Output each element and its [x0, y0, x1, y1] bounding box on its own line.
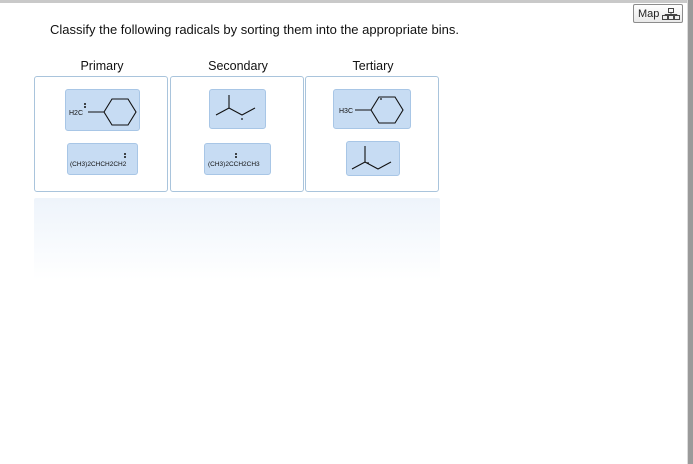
bin-tertiary[interactable]: H3C [305, 76, 439, 192]
sec-butyl-type-structure [215, 95, 256, 120]
cyclohexylmethyl-structure: H2C [69, 98, 137, 126]
map-button-label: Map [638, 7, 660, 20]
bin-primary[interactable]: H2C (CH3)2CHCH2CH2 [34, 76, 168, 192]
top-divider [0, 0, 688, 3]
formula-text: (CH3)2CCH2CH3 [208, 161, 260, 168]
radical-group-label: H2C [69, 110, 83, 117]
sitemap-icon [662, 7, 681, 20]
radical-group-label: H3C [339, 108, 353, 115]
radical-tile-tertiary-skeletal[interactable] [346, 141, 400, 176]
tertiary-amyl-formula: (CH3)2CCH2CH3 [208, 153, 260, 168]
bin-label-primary: Primary [80, 59, 124, 73]
radical-tile-tertiary-methylcyclohexyl[interactable]: H3C [333, 89, 411, 129]
bin-label-secondary: Secondary [208, 59, 268, 73]
unsorted-items-area[interactable] [34, 198, 440, 280]
bin-secondary[interactable]: (CH3)2CCH2CH3 [170, 76, 304, 192]
radical-tile-secondary-skeletal[interactable] [209, 89, 266, 129]
radical-tile-secondary-formula[interactable]: (CH3)2CCH2CH3 [204, 143, 271, 175]
methylcyclohexyl-structure: H3C [339, 96, 404, 124]
isopentyl-formula: (CH3)2CHCH2CH2 [70, 153, 127, 168]
map-button[interactable]: Map [633, 4, 683, 23]
bin-label-tertiary: Tertiary [352, 59, 394, 73]
radical-tile-primary-formula[interactable]: (CH3)2CHCH2CH2 [67, 143, 138, 175]
instruction-text: Classify the following radicals by sorti… [50, 22, 459, 37]
formula-text: (CH3)2CHCH2CH2 [70, 161, 127, 168]
tert-pentyl-type-structure [351, 146, 392, 170]
right-scroll-edge [688, 0, 693, 464]
radical-tile-primary-cyclohexylmethyl[interactable]: H2C [65, 89, 140, 131]
